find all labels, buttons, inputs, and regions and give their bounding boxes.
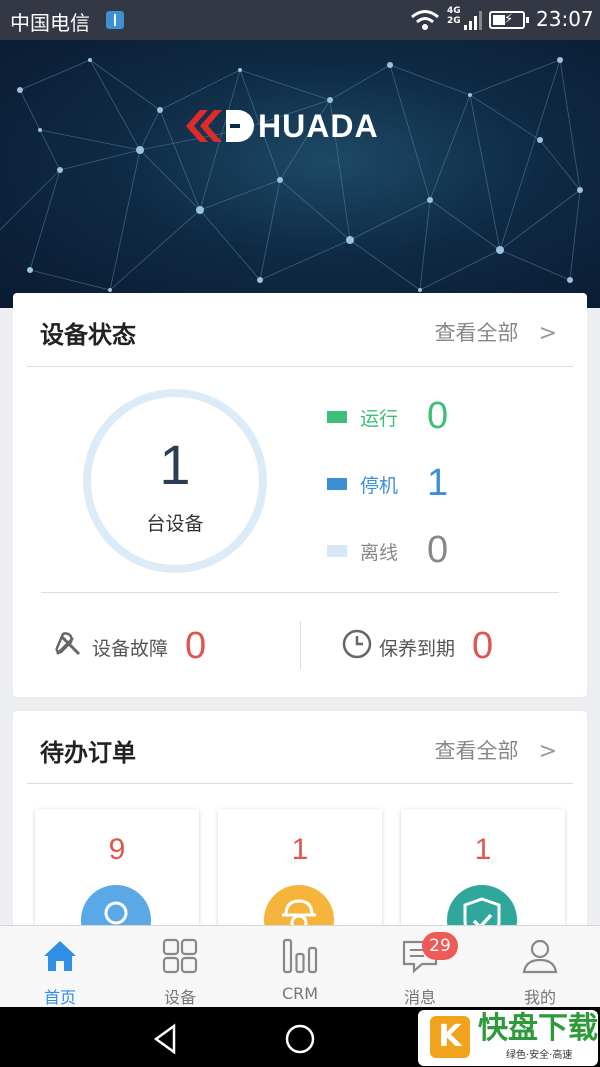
tab-profile-label: 我的: [523, 988, 556, 1007]
huada-logo-mark: [186, 110, 254, 142]
pending-orders-card: 待办订单 查看全部 > 9 1 1: [13, 711, 587, 941]
device-fault-count: 0: [185, 625, 207, 667]
network-2g: 2G: [447, 16, 461, 26]
order-count: 9: [108, 833, 126, 866]
status-bar: 中国电信 4G 2G ⚡ 23:07: [0, 0, 600, 40]
device-fault-label: 设备故障: [92, 638, 169, 660]
stopped-count: 1: [427, 462, 449, 504]
wrench-icon: [55, 632, 81, 656]
pending-orders-view-all-link[interactable]: 查看全部 >: [435, 735, 557, 765]
tab-devices[interactable]: 设备: [120, 926, 240, 1008]
clock: 23:07: [536, 7, 594, 31]
watermark-logo: K 快盘下载 绿色·安全·高速: [418, 1010, 598, 1066]
stat-separator: [300, 621, 301, 669]
hero-banner: HUADA: [0, 40, 600, 308]
watermark-mark: K: [430, 1016, 470, 1058]
pending-orders-title: 待办订单: [40, 739, 136, 767]
running-swatch: [327, 411, 347, 423]
tab-home[interactable]: 首页: [0, 926, 120, 1008]
home-icon: [44, 941, 76, 971]
device-status-card: 设备状态 查看全部 > 1 台设备 运行 0 停机 1 离线 0 设备故障 0: [13, 293, 587, 697]
device-total-count: 1: [159, 433, 191, 496]
offline-count: 0: [427, 529, 449, 571]
order-tile-engineer[interactable]: 1: [218, 809, 382, 941]
offline-label: 离线: [360, 542, 399, 564]
pending-orders-header: 待办订单 查看全部 >: [13, 711, 587, 785]
stopped-label: 停机: [360, 475, 399, 497]
tab-crm-label: CRM: [281, 984, 319, 1003]
carrier-name: 中国电信: [10, 11, 90, 35]
clock-icon: [342, 629, 372, 659]
chevron-right-icon: >: [538, 739, 557, 764]
order-tile-warranty[interactable]: 1: [401, 809, 565, 941]
device-status-view-all-link[interactable]: 查看全部 >: [435, 317, 557, 347]
device-total-label: 台设备: [146, 513, 204, 535]
brand-name: HUADA: [258, 108, 379, 144]
divider: [27, 366, 573, 367]
home-button-icon[interactable]: [282, 1021, 318, 1057]
unread-badge: 29: [422, 932, 458, 960]
maintenance-due-count: 0: [472, 625, 494, 667]
tab-messages-label: 消息: [403, 988, 436, 1007]
order-count: 1: [474, 833, 492, 866]
view-all-label: 查看全部: [434, 321, 519, 345]
view-all-label: 查看全部: [434, 739, 519, 763]
bottom-tab-bar: 首页 设备 CRM 29 消息 我的: [0, 925, 600, 1007]
order-count: 1: [291, 833, 309, 866]
charging-icon: ⚡: [504, 12, 514, 27]
device-status-title: 设备状态: [40, 321, 136, 349]
wifi-icon: [411, 10, 439, 30]
profile-icon: [522, 939, 558, 974]
signal-icon: [464, 11, 482, 30]
usb-icon: [106, 11, 124, 29]
tab-crm[interactable]: CRM: [240, 926, 360, 1008]
tab-devices-label: 设备: [163, 988, 196, 1007]
tab-profile[interactable]: 我的: [480, 926, 600, 1008]
offline-swatch: [327, 545, 347, 557]
maintenance-due-label: 保养到期: [379, 638, 456, 660]
network-graphic: [0, 57, 583, 292]
tab-messages[interactable]: 29 消息: [360, 926, 480, 1008]
network-4g: 4G: [447, 6, 461, 16]
bar-chart-icon: [282, 938, 318, 974]
running-label: 运行: [360, 408, 399, 430]
device-status-header: 设备状态 查看全部 >: [13, 293, 587, 367]
tab-home-label: 首页: [43, 988, 76, 1007]
watermark-tagline: 绿色·安全·高速: [506, 1050, 573, 1061]
running-count: 0: [427, 395, 449, 437]
network-type: 4G 2G: [447, 6, 461, 26]
divider: [41, 592, 559, 593]
grid-icon: [162, 938, 198, 974]
watermark-name: 快盘下载: [478, 1011, 598, 1046]
order-tile-customer[interactable]: 9: [35, 809, 199, 941]
back-icon[interactable]: [148, 1021, 184, 1057]
stopped-swatch: [327, 478, 347, 490]
divider: [27, 783, 573, 784]
chevron-right-icon: >: [538, 321, 557, 346]
